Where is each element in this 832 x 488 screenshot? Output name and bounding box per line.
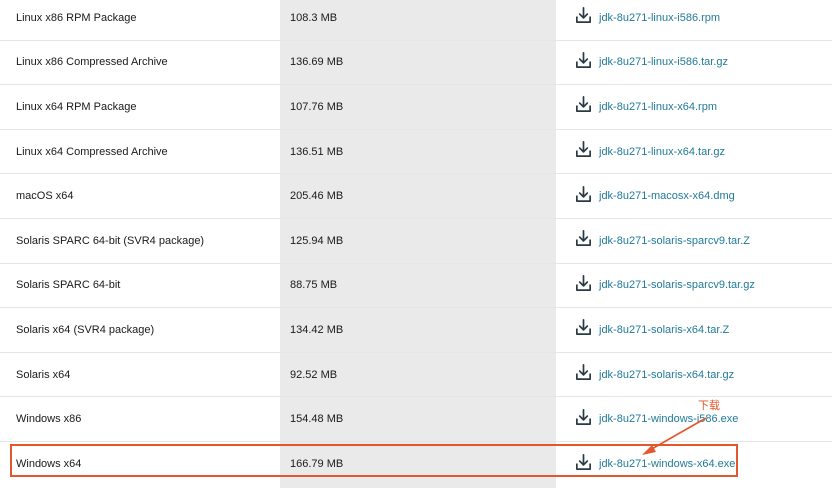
download-link[interactable]: jdk-8u271-linux-x64.tar.gz (599, 146, 725, 158)
download-icon[interactable] (574, 363, 593, 382)
download-cell: jdk-8u271-macosx-x64.dmg (556, 174, 832, 218)
table-row: macOS x64 205.46 MB jdk-8u271-macosx-x64.… (0, 174, 832, 219)
download-link[interactable]: jdk-8u271-windows-i586.exe (599, 413, 738, 425)
product-name: Linux x86 Compressed Archive (16, 56, 168, 69)
download-cell: jdk-8u271-linux-x64.tar.gz (556, 130, 832, 174)
download-icon[interactable] (574, 6, 593, 25)
product-name: Windows x64 (16, 458, 82, 471)
download-link[interactable]: jdk-8u271-solaris-x64.tar.Z (599, 324, 729, 336)
product-name: Linux x64 RPM Package (16, 100, 137, 113)
table-row: Solaris SPARC 64-bit 88.75 MB jdk-8u271-s… (0, 263, 832, 309)
table-row: Linux x86 RPM Package 108.3 MB jdk-8u271-… (0, 0, 832, 41)
table-row: Linux x64 RPM Package 107.76 MB jdk-8u271… (0, 85, 832, 130)
file-size: 108.3 MB (280, 0, 556, 40)
file-size: 136.51 MB (280, 129, 556, 174)
file-size: 134.42 MB (280, 308, 556, 352)
download-link[interactable]: jdk-8u271-solaris-sparcv9.tar.gz (599, 279, 755, 291)
download-cell: jdk-8u271-windows-x64.exe (556, 442, 832, 487)
download-link[interactable]: jdk-8u271-solaris-x64.tar.gz (599, 369, 734, 381)
download-cell: jdk-8u271-linux-i586.rpm (556, 0, 832, 40)
file-size: 92.52 MB (280, 352, 556, 397)
download-icon[interactable] (574, 51, 593, 70)
download-link[interactable]: jdk-8u271-solaris-sparcv9.tar.Z (599, 235, 750, 247)
table-row: Windows x64 166.79 MB jdk-8u271-windows-x… (0, 441, 832, 487)
download-cell: jdk-8u271-windows-i586.exe (556, 397, 832, 441)
product-name: Solaris SPARC 64-bit (SVR4 package) (16, 234, 205, 247)
file-size: 125.94 MB (280, 218, 556, 263)
file-size: 205.46 MB (280, 174, 556, 218)
download-cell: jdk-8u271-solaris-x64.tar.gz (556, 353, 832, 397)
download-link[interactable]: jdk-8u271-linux-x64.rpm (599, 101, 717, 113)
product-name: Linux x64 Compressed Archive (16, 145, 168, 158)
download-cell: jdk-8u271-solaris-x64.tar.Z (556, 308, 832, 352)
file-size: 154.48 MB (280, 397, 556, 441)
download-link[interactable]: jdk-8u271-windows-x64.exe (599, 458, 735, 470)
download-icon[interactable] (574, 185, 593, 204)
download-link[interactable]: jdk-8u271-linux-i586.rpm (599, 12, 720, 24)
download-page: Linux x86 RPM Package 108.3 MB jdk-8u271-… (0, 0, 832, 488)
product-name: macOS x64 (16, 190, 74, 203)
download-cell: jdk-8u271-linux-i586.tar.gz (556, 41, 832, 85)
file-size: 107.76 MB (280, 85, 556, 129)
download-icon[interactable] (574, 274, 593, 293)
download-icon[interactable] (574, 408, 593, 427)
file-size: 166.79 MB (280, 441, 556, 487)
product-name: Linux x86 RPM Package (16, 11, 137, 24)
download-cell: jdk-8u271-solaris-sparcv9.tar.Z (556, 219, 832, 263)
download-icon[interactable] (574, 140, 593, 159)
table-row: Solaris x64 (SVR4 package) 134.42 MB jdk-… (0, 308, 832, 353)
download-link[interactable]: jdk-8u271-linux-i586.tar.gz (599, 56, 728, 68)
download-icon[interactable] (574, 229, 593, 248)
download-icon[interactable] (574, 318, 593, 337)
product-name: Solaris SPARC 64-bit (16, 279, 121, 292)
table-row: Linux x86 Compressed Archive 136.69 MB jd… (0, 40, 832, 86)
download-cell: jdk-8u271-solaris-sparcv9.tar.gz (556, 264, 832, 308)
file-size: 136.69 MB (280, 40, 556, 85)
download-cell: jdk-8u271-linux-x64.rpm (556, 85, 832, 129)
download-link[interactable]: jdk-8u271-macosx-x64.dmg (599, 190, 735, 202)
table-row: Solaris x64 92.52 MB jdk-8u271-solaris-x6… (0, 352, 832, 398)
product-name: Windows x86 (16, 413, 82, 426)
download-icon[interactable] (574, 95, 593, 114)
table-row: Solaris SPARC 64-bit (SVR4 package) 125.9… (0, 218, 832, 264)
product-name: Solaris x64 (16, 368, 71, 381)
download-icon[interactable] (574, 453, 593, 472)
table-row: Linux x64 Compressed Archive 136.51 MB jd… (0, 129, 832, 175)
product-name: Solaris x64 (SVR4 package) (16, 323, 155, 336)
download-table: Linux x86 RPM Package 108.3 MB jdk-8u271-… (0, 0, 832, 487)
annotation-label: 下载 (698, 399, 720, 412)
file-size: 88.75 MB (280, 263, 556, 308)
